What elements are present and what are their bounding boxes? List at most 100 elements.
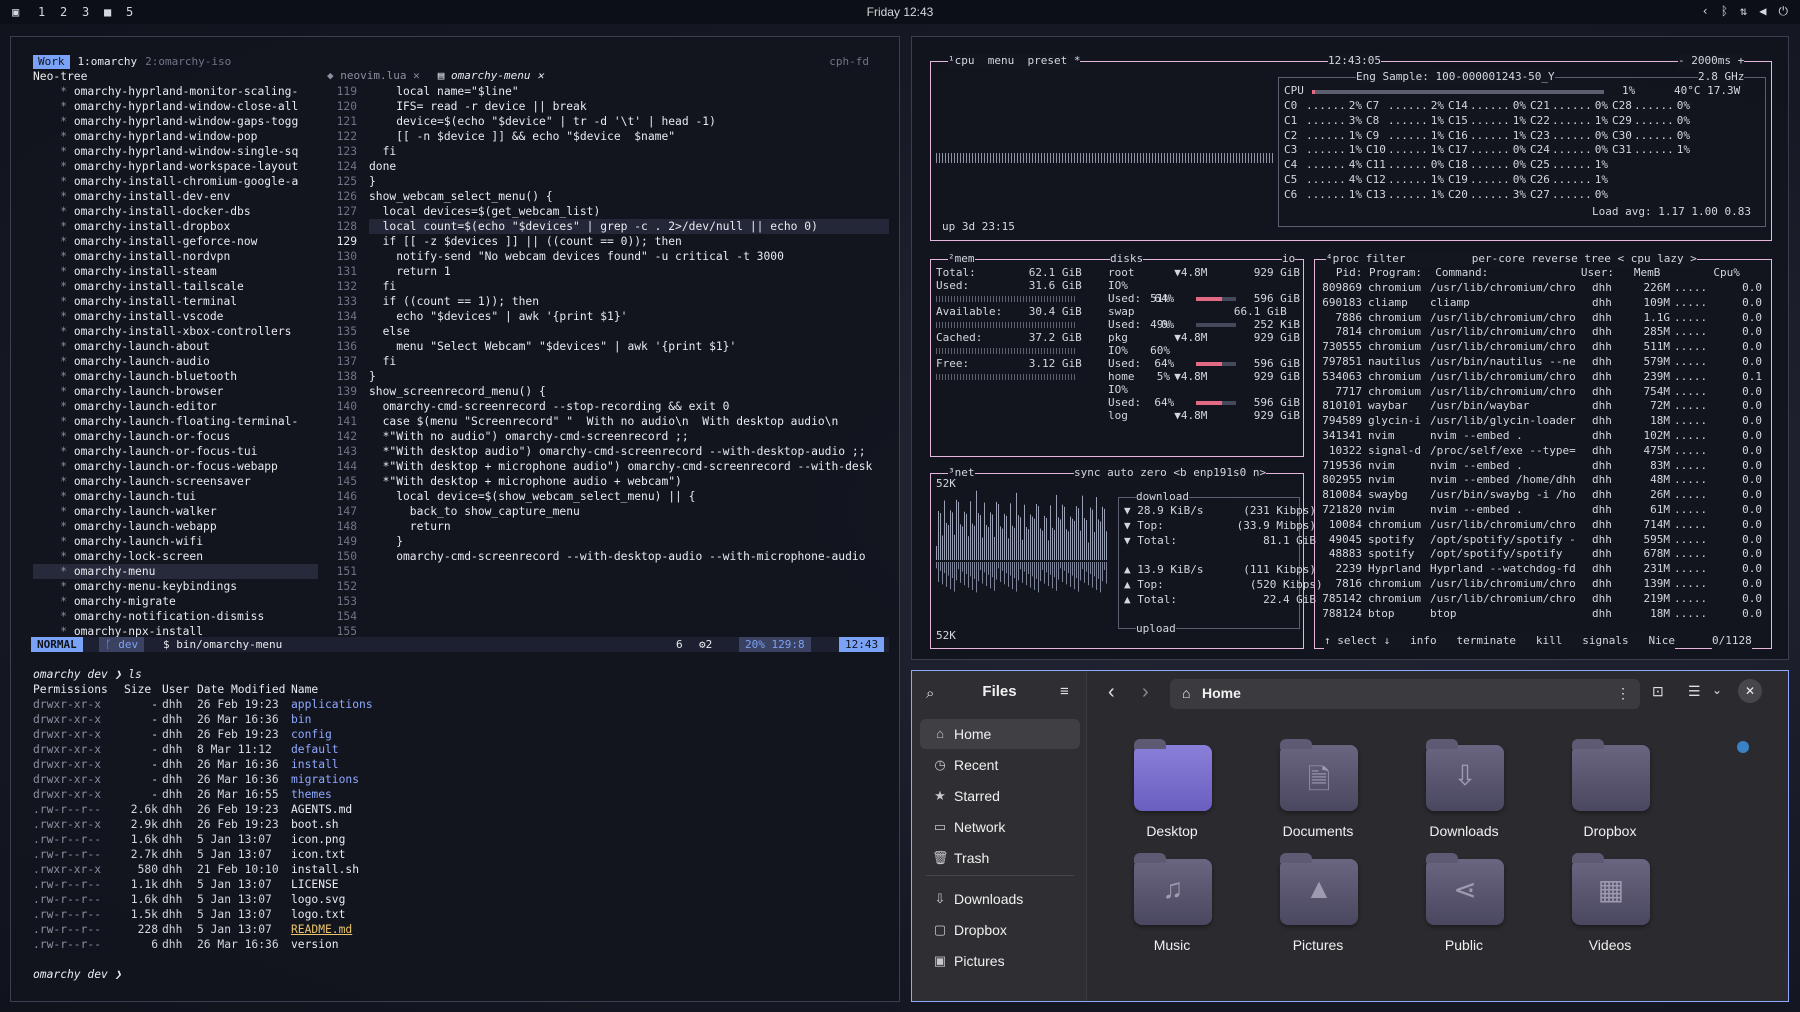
tree-item[interactable]: * omarchy-launch-editor <box>33 399 318 414</box>
buffer-tab-neovim[interactable]: ◆ neovim.lua ✕ <box>327 69 420 82</box>
tree-item[interactable]: * omarchy-launch-or-focus-tui <box>33 444 318 459</box>
sidebar-item-recent[interactable]: ◷ Recent <box>920 750 1080 780</box>
code-line[interactable]: *"With desktop audio") omarchy-cmd-scree… <box>369 444 889 459</box>
ls-cell[interactable]: boot.sh <box>291 817 441 832</box>
tree-item[interactable]: * omarchy-launch-browser <box>33 384 318 399</box>
code-editor[interactable]: local name="$line" IFS= read -r device |… <box>369 84 889 564</box>
sidebar-item-home[interactable]: ⌂ Home <box>920 719 1080 749</box>
ls-cell[interactable]: bin <box>291 712 441 727</box>
tree-item[interactable]: * omarchy-notification-dismiss <box>33 609 318 624</box>
code-line[interactable]: omarchy-cmd-screenrecord --stop-recordin… <box>369 399 889 414</box>
bluetooth-icon[interactable]: ᛒ <box>1721 4 1728 19</box>
code-line[interactable]: if [[ -z $devices ]] || ((count == 0)); … <box>369 234 889 249</box>
tab-work[interactable]: Work <box>33 55 70 69</box>
tab-session-1[interactable]: 1:omarchy <box>78 55 138 69</box>
ls-cell[interactable]: README.md <box>291 922 441 937</box>
sidebar-item-starred[interactable]: ★ Starred <box>920 781 1080 811</box>
close-button[interactable]: ✕ <box>1738 679 1762 703</box>
code-line[interactable]: } <box>369 174 889 189</box>
tree-item[interactable]: * omarchy-install-chromium-google-a <box>33 174 318 189</box>
tree-item[interactable]: * omarchy-launch-or-focus-webapp <box>33 459 318 474</box>
power-icon[interactable]: ⏻ <box>1779 4 1789 19</box>
code-line[interactable]: return <box>369 519 889 534</box>
folder-public[interactable]: ⋖ Public <box>1404 851 1524 961</box>
tree-item[interactable]: * omarchy-install-vscode <box>33 309 318 324</box>
code-line[interactable]: *"With desktop + microphone audio + webc… <box>369 474 889 489</box>
ls-cell[interactable]: version <box>291 937 441 952</box>
hamburger-menu-icon[interactable]: ≡ <box>1060 683 1069 700</box>
tree-item[interactable]: * omarchy-launch-walker <box>33 504 318 519</box>
code-line[interactable]: back_to show_capture_menu <box>369 504 889 519</box>
code-line[interactable]: IFS= read -r device || break <box>369 99 889 114</box>
code-line[interactable]: local count=$(echo "$devices" | grep -c … <box>369 219 889 234</box>
code-line[interactable]: [[ -n $device ]] && echo "$device $name" <box>369 129 889 144</box>
tree-item[interactable]: * omarchy-install-terminal <box>33 294 318 309</box>
tree-item[interactable]: * omarchy-install-steam <box>33 264 318 279</box>
code-line[interactable]: fi <box>369 279 889 294</box>
sidebar-item-trash[interactable]: 🗑 Trash <box>920 843 1080 873</box>
code-line[interactable]: done <box>369 159 889 174</box>
shell-prompt[interactable]: omarchy dev ❯ <box>33 967 121 982</box>
tree-item[interactable]: * omarchy-hyprland-window-close-all <box>33 99 318 114</box>
code-line[interactable]: show_screenrecord_menu() { <box>369 384 889 399</box>
tree-item[interactable]: * omarchy-hyprland-window-gaps-togg <box>33 114 318 129</box>
terminal-window[interactable]: Work 1:omarchy 2:omarchy-iso cph-fd Neo-… <box>10 36 900 1002</box>
folder-dropbox[interactable]: Dropbox <box>1550 737 1670 847</box>
tree-item[interactable]: * omarchy-launch-webapp <box>33 519 318 534</box>
ls-cell[interactable]: applications <box>291 697 441 712</box>
folder-downloads[interactable]: ⇩ Downloads <box>1404 737 1524 847</box>
files-window[interactable]: ⌕ Files ≡ ⌂ Home ◷ Recent ★ Starred ▭ Network 🗑 T… <box>911 670 1789 1002</box>
tree-item[interactable]: * omarchy-install-docker-dbs <box>33 204 318 219</box>
ls-cell[interactable]: AGENTS.md <box>291 802 441 817</box>
folder-documents[interactable]: 🗎 Documents <box>1258 737 1378 847</box>
list-view-icon[interactable]: ☰ <box>1688 683 1701 700</box>
tree-item[interactable]: * omarchy-launch-floating-terminal- <box>33 414 318 429</box>
ls-cell[interactable]: install.sh <box>291 862 441 877</box>
code-line[interactable]: show_webcam_select_menu() { <box>369 189 889 204</box>
location-bar[interactable]: ⌂ Home ⋮ <box>1170 679 1640 709</box>
code-line[interactable]: echo "$devices" | awk '{print $1}' <box>369 309 889 324</box>
tree-item[interactable]: * omarchy-install-xbox-controllers <box>33 324 318 339</box>
code-line[interactable]: omarchy-cmd-screenrecord --with-desktop-… <box>369 549 889 564</box>
tree-item[interactable]: * omarchy-launch-tui <box>33 489 318 504</box>
ls-cell[interactable]: logo.txt <box>291 907 441 922</box>
ls-cell[interactable]: LICENSE <box>291 877 441 892</box>
code-line[interactable]: } <box>369 369 889 384</box>
code-line[interactable]: device=$(echo "$device" | tr -d '\t' | h… <box>369 114 889 129</box>
tree-item[interactable]: * omarchy-install-dev-env <box>33 189 318 204</box>
ls-cell[interactable]: default <box>291 742 441 757</box>
chevron-left-icon[interactable]: ‹ <box>1702 4 1709 19</box>
ls-cell[interactable]: themes <box>291 787 441 802</box>
code-line[interactable]: fi <box>369 144 889 159</box>
code-line[interactable]: notify-send "No webcam devices found" -u… <box>369 249 889 264</box>
code-line[interactable]: local device=$(show_webcam_select_menu) … <box>369 489 889 504</box>
kebab-menu-icon[interactable]: ⋮ <box>1616 685 1630 702</box>
tree-item[interactable]: * omarchy-launch-screensaver <box>33 474 318 489</box>
tree-item[interactable]: * omarchy-launch-about <box>33 339 318 354</box>
new-folder-icon[interactable]: ⊡ <box>1652 683 1664 700</box>
tree-item[interactable]: * omarchy-launch-bluetooth <box>33 369 318 384</box>
tree-item[interactable]: * omarchy-install-tailscale <box>33 279 318 294</box>
sidebar-item-downloads[interactable]: ⇩ Downloads <box>920 884 1080 914</box>
tree-item[interactable]: * omarchy-lock-screen <box>33 549 318 564</box>
tree-item[interactable]: * omarchy-hyprland-workspace-layout <box>33 159 318 174</box>
tree-item[interactable]: * omarchy-launch-wifi <box>33 534 318 549</box>
folder-pictures[interactable]: ▲ Pictures <box>1258 851 1378 961</box>
code-line[interactable]: if ((count == 1)); then <box>369 294 889 309</box>
network-icon[interactable]: ⇅ <box>1740 4 1747 19</box>
code-line[interactable]: menu "Select Webcam" "$devices" | awk '{… <box>369 339 889 354</box>
refresh-rate[interactable]: - 2000ms + <box>1678 54 1745 69</box>
buffer-tab-omarchy-menu[interactable]: ▤ omarchy-menu ✕ <box>438 69 544 82</box>
tree-item[interactable]: * omarchy-install-nordvpn <box>33 249 318 264</box>
code-line[interactable]: return 1 <box>369 264 889 279</box>
code-line[interactable]: else <box>369 324 889 339</box>
sidebar-item-dropbox[interactable]: ▢ Dropbox <box>920 915 1080 945</box>
code-line[interactable]: } <box>369 534 889 549</box>
tree-item[interactable]: * omarchy-launch-audio <box>33 354 318 369</box>
tree-item[interactable]: * omarchy-install-geforce-now <box>33 234 318 249</box>
proc-footer[interactable]: ↑ select ↓ info terminate kill signals N… <box>1324 634 1675 649</box>
tab-session-2[interactable]: 2:omarchy-iso <box>145 55 231 69</box>
tree-item-selected[interactable]: * omarchy-menu <box>33 564 318 579</box>
tree-item[interactable]: * omarchy-menu-keybindings <box>33 579 318 594</box>
io-toggle[interactable]: io <box>1282 252 1296 267</box>
